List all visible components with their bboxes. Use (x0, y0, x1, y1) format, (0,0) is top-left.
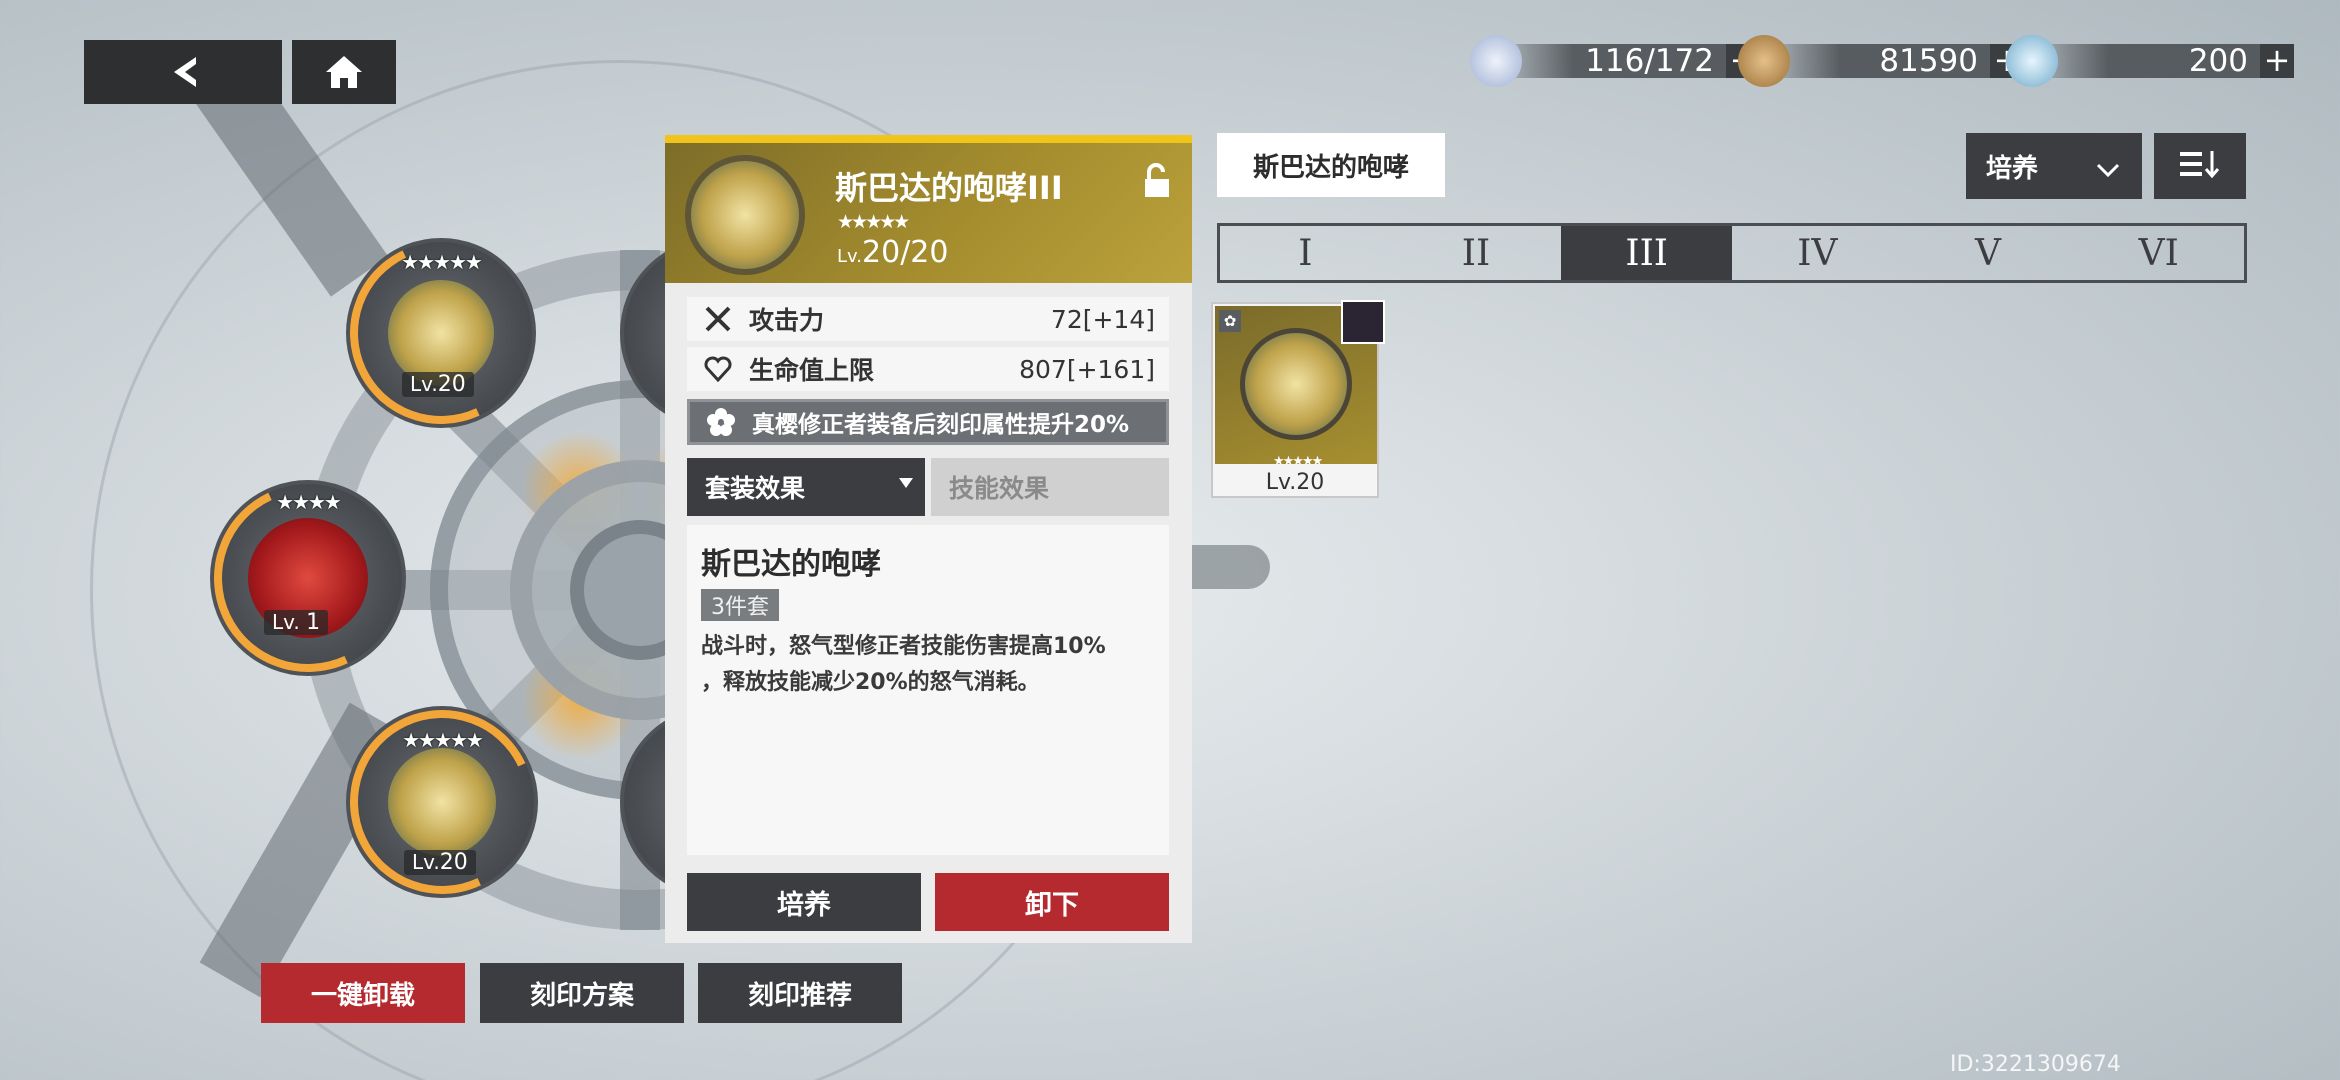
coin-icon (1738, 35, 1790, 87)
home-icon (324, 54, 364, 90)
crystal-icon (2006, 35, 2058, 87)
card-level: Lv.20 (1265, 470, 1325, 495)
tab-position-3[interactable]: III (1561, 226, 1733, 280)
sakura-icon (690, 407, 752, 437)
stamina-icon (1470, 35, 1522, 87)
attack-swords-icon (687, 305, 749, 333)
stat-hp: 生命值上限 807[+161] (687, 347, 1169, 391)
slot-stars: ★★★★★ (401, 250, 483, 274)
crystal-value: 200 (2044, 43, 2260, 79)
tab-position-1[interactable]: I (1220, 226, 1391, 280)
set-name: 斯巴达的咆哮 (701, 547, 881, 582)
tab-position-4[interactable]: IV (1732, 226, 1903, 280)
slot-level: Lv. 1 (264, 610, 329, 635)
sort-order-button[interactable] (2154, 133, 2246, 199)
stamina-value: 116/172 (1508, 43, 1726, 79)
heart-icon (687, 356, 749, 382)
panel-header: 斯巴达的咆哮III ★★★★★ Lv.20/20 (665, 135, 1192, 283)
user-id: ID:3221309674 (1950, 1052, 2121, 1077)
sort-dropdown[interactable]: 培养 (1966, 133, 2142, 199)
imprint-plan-button[interactable]: 刻印方案 (480, 963, 684, 1023)
spartan-helmet-icon (685, 155, 805, 275)
card-stars: ★★★★★ (1273, 454, 1323, 469)
slot-bottom-left[interactable]: ★★★★★ Lv.20 (324, 684, 560, 920)
upgrade-button[interactable]: 培养 (687, 873, 921, 931)
sort-order-icon (2178, 149, 2222, 183)
currency-stamina: 116/172 + (1470, 35, 1760, 87)
coin-value: 81590 (1776, 43, 1990, 79)
slot-level: Lv.20 (402, 372, 474, 397)
set-description: 斯巴达的咆哮 3件套 战斗时，怒气型修正者技能伤害提高10% ，释放技能减少20… (687, 525, 1169, 855)
imprint-title: 斯巴达的咆哮III (835, 169, 1063, 207)
tab-position-5[interactable]: V (1903, 226, 2074, 280)
back-button[interactable] (84, 40, 282, 104)
tab-set-effect[interactable]: 套装效果 (687, 458, 925, 516)
imprint-stars: ★★★★★ (837, 211, 910, 233)
set-filter-button[interactable]: 斯巴达的咆哮 (1217, 133, 1445, 197)
slot-position-tabs: I II III IV V VI (1217, 223, 2247, 283)
slot-middle-left[interactable]: ★★★★ Lv. 1 (187, 457, 429, 699)
tab-position-2[interactable]: II (1391, 226, 1562, 280)
slot-stars: ★★★★ (276, 490, 342, 514)
unlock-icon[interactable] (1142, 163, 1172, 203)
spartan-helmet-icon (1240, 328, 1352, 440)
stat-attack: 攻击力 72[+14] (687, 297, 1169, 341)
slot-level: Lv.20 (404, 850, 476, 875)
chevron-down-icon (2096, 155, 2120, 185)
currency-crystal: 200 + (2006, 35, 2294, 87)
imprint-level: Lv.20/20 (837, 235, 949, 270)
slot-stars: ★★★★★ (402, 728, 484, 752)
back-arrow-icon (168, 55, 198, 89)
unequip-button[interactable]: 卸下 (935, 873, 1169, 931)
tab-skill-effect[interactable]: 技能效果 (931, 458, 1169, 516)
imprint-card[interactable]: ✿ ★★★★★ Lv.20 (1211, 300, 1385, 498)
set-count-badge: 3件套 (701, 589, 779, 621)
equipped-character-avatar (1341, 300, 1385, 344)
home-button[interactable] (292, 40, 396, 104)
imprint-detail-panel: 斯巴达的咆哮III ★★★★★ Lv.20/20 攻击力 72[+14] 生命值… (665, 135, 1192, 943)
set-effect-text: 战斗时，怒气型修正者技能伤害提高10% ，释放技能减少20%的怒气消耗。 (701, 634, 1106, 695)
imprint-recommend-button[interactable]: 刻印推荐 (698, 963, 902, 1023)
character-bonus-row: 真樱修正者装备后刻印属性提升20% (687, 399, 1169, 445)
currency-coin: 81590 + (1738, 35, 2024, 87)
dropdown-arrow-icon (899, 478, 913, 488)
slot-top-left[interactable]: ★★★★★ Lv.20 (324, 216, 558, 450)
sakura-icon: ✿ (1219, 310, 1241, 332)
tab-position-6[interactable]: VI (2073, 226, 2244, 280)
unequip-all-button[interactable]: 一键卸载 (261, 963, 465, 1023)
add-crystal-button[interactable]: + (2260, 44, 2294, 78)
